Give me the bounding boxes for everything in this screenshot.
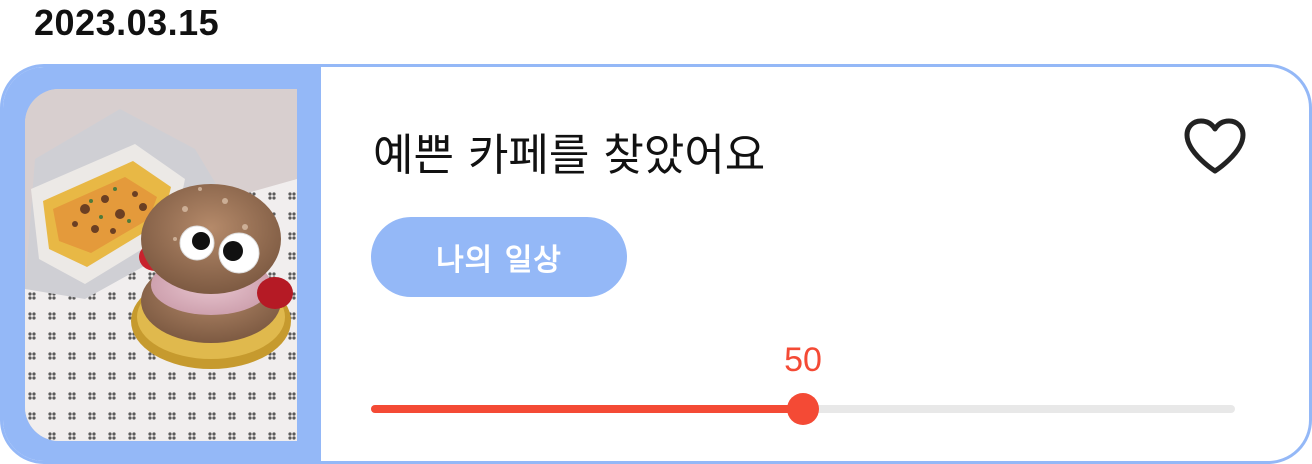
favorite-heart-icon[interactable] [1181, 117, 1249, 177]
post-card[interactable]: 예쁜 카페를 찾았어요 나의 일상 50 [0, 64, 1312, 464]
rating-slider[interactable]: 50 [371, 337, 1235, 425]
category-chip[interactable]: 나의 일상 [371, 217, 627, 297]
slider-fill [371, 405, 803, 413]
card-image-panel [3, 67, 321, 461]
slider-value-label: 50 [784, 341, 822, 379]
post-photo[interactable] [25, 89, 297, 441]
slider-thumb[interactable] [787, 393, 819, 425]
post-title: 예쁜 카페를 찾았어요 [373, 130, 766, 181]
cake-photo-illustration [25, 89, 297, 441]
post-date: 2023.03.15 [34, 2, 220, 43]
